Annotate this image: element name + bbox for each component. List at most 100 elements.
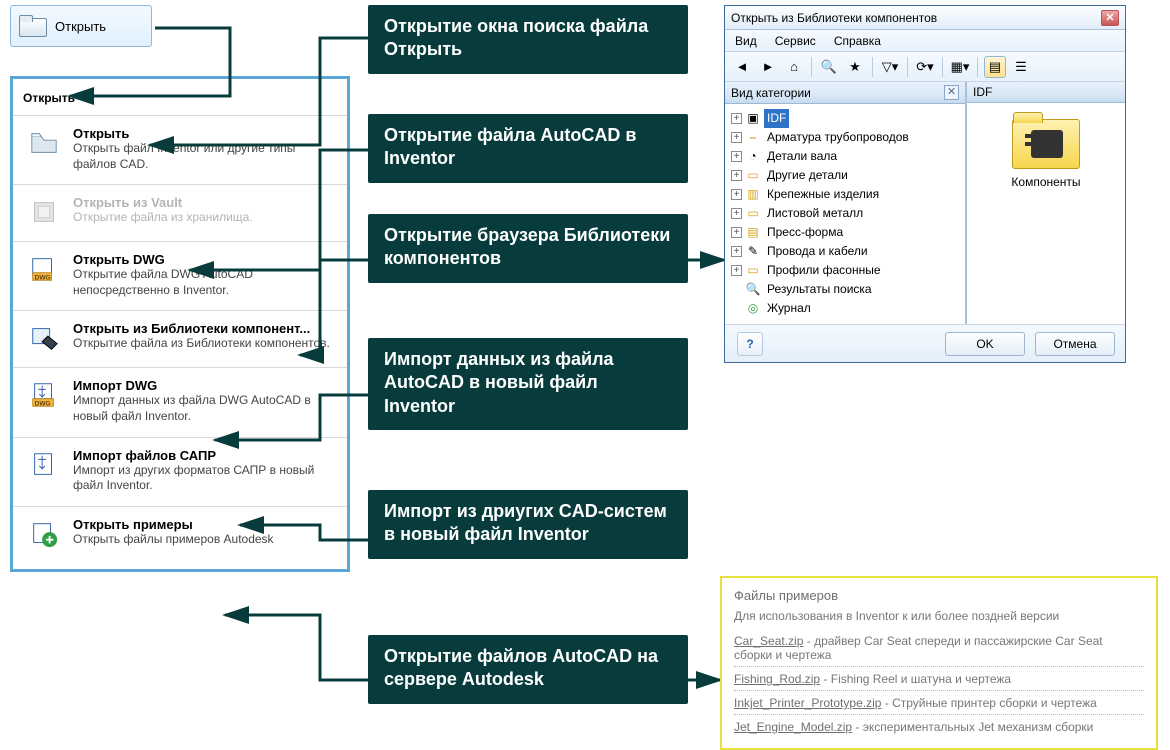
tree-label: Крепежные изделия xyxy=(764,185,882,204)
svg-text:DWG: DWG xyxy=(35,275,51,282)
vault-icon xyxy=(27,195,61,229)
tree-panel: Вид категории ✕ ▣ IDF ⎯ Арматура трубопр… xyxy=(725,82,967,324)
tree-row[interactable]: ◔ Детали вала xyxy=(729,147,961,166)
list-view-icon[interactable]: ☰ xyxy=(1010,56,1032,78)
callout-open-library: Открытие браузера Библиотеки компонентов xyxy=(368,214,688,283)
menu-item-open-samples[interactable]: Открыть примеры Открыть файлы примеров A… xyxy=(13,506,347,563)
tree-close-icon[interactable]: ✕ xyxy=(944,85,959,100)
ok-button[interactable]: OK xyxy=(945,332,1025,356)
forward-icon[interactable]: ► xyxy=(757,56,779,78)
tree-row[interactable]: ▭ Другие детали xyxy=(729,166,961,185)
tree-label: Результаты поиска xyxy=(764,280,875,299)
tree-label: Другие детали xyxy=(764,166,851,185)
menu-item-desc: Импорт данных из файла DWG AutoCAD в нов… xyxy=(73,393,335,424)
sample-link[interactable]: Inkjet_Printer_Prototype.zip xyxy=(734,696,881,710)
sample-link[interactable]: Jet_Engine_Model.zip xyxy=(734,720,852,734)
menu-item-open-dwg[interactable]: DWG Открыть DWG Открытие файла DWG AutoC… xyxy=(13,241,347,310)
library-icon xyxy=(27,321,61,355)
tree-row[interactable]: ▭ Листовой металл xyxy=(729,204,961,223)
components-folder-icon[interactable] xyxy=(1012,119,1080,169)
components-folder-label: Компоненты xyxy=(1011,175,1080,189)
tree-row[interactable]: ⎯ Арматура трубопроводов xyxy=(729,128,961,147)
shaft-icon: ◔ xyxy=(745,150,761,164)
sample-line: Car_Seat.zip - драйвер Car Seat спереди … xyxy=(734,629,1144,667)
sample-desc: экспериментальных Jet механизм сборки xyxy=(863,720,1094,734)
tree-row[interactable]: ✎ Провода и кабели xyxy=(729,242,961,261)
dwg-import-icon: DWG xyxy=(27,378,61,412)
sample-line: Fishing_Rod.zip - Fishing Reel и шатуна … xyxy=(734,667,1144,691)
tree-row[interactable]: 🔍 Результаты поиска xyxy=(729,280,961,299)
menu-item-title: Открыть DWG xyxy=(73,252,335,267)
library-menubar: Вид Сервис Справка xyxy=(725,30,1125,52)
folder-icon xyxy=(27,126,61,160)
callout-open-server: Открытие файлов AutoCAD на сервере Autod… xyxy=(368,635,688,704)
grid-view-icon[interactable]: ▦▾ xyxy=(949,56,971,78)
tree-label: Провода и кабели xyxy=(764,242,871,261)
menu-item-title: Открыть из Библиотеки компонент... xyxy=(73,321,330,336)
search-result-icon: 🔍 xyxy=(745,283,761,297)
category-tree: ▣ IDF ⎯ Арматура трубопроводов ◔ Детали … xyxy=(725,104,965,324)
library-body: Вид категории ✕ ▣ IDF ⎯ Арматура трубопр… xyxy=(725,82,1125,324)
svg-text:DWG: DWG xyxy=(35,401,51,408)
tree-label: IDF xyxy=(764,109,789,128)
sample-desc: Fishing Reel и шатуна и чертежа xyxy=(831,672,1011,686)
menu-item-open[interactable]: Открыть Открыть файл Inventor или другие… xyxy=(13,115,347,184)
menu-item-title: Импорт DWG xyxy=(73,378,335,393)
menu-item-title: Импорт файлов САПР xyxy=(73,448,335,463)
callout-open-autocad: Открытие файла AutoCAD в Inventor xyxy=(368,114,688,183)
cancel-button[interactable]: Отмена xyxy=(1035,332,1115,356)
tree-header-label: Вид категории xyxy=(731,86,811,100)
mold-icon: ▤ xyxy=(745,226,761,240)
help-button[interactable]: ? xyxy=(737,332,763,356)
samples-subtitle: Для использования в Inventor к или более… xyxy=(734,609,1144,623)
pipe-icon: ⎯ xyxy=(745,131,761,145)
open-ribbon-button[interactable]: Открыть xyxy=(10,5,152,47)
menu-item-desc: Открытие файла DWG AutoCAD непосредствен… xyxy=(73,267,335,298)
refresh-icon[interactable]: ⟳▾ xyxy=(914,56,936,78)
sheetmetal-icon: ▭ xyxy=(745,207,761,221)
sample-line: Inkjet_Printer_Prototype.zip - Струйные … xyxy=(734,691,1144,715)
favorite-icon[interactable]: ★ xyxy=(844,56,866,78)
fastener-icon: ▥ xyxy=(745,188,761,202)
tree-row[interactable]: ◎ Журнал xyxy=(729,299,961,318)
history-icon: ◎ xyxy=(745,302,761,316)
tree-label: Пресс-форма xyxy=(764,223,846,242)
menu-item-open-library[interactable]: Открыть из Библиотеки компонент... Откры… xyxy=(13,310,347,367)
back-icon[interactable]: ◄ xyxy=(731,56,753,78)
chip-icon: ▣ xyxy=(745,112,761,126)
sample-link[interactable]: Fishing_Rod.zip xyxy=(734,672,820,686)
tree-label: Арматура трубопроводов xyxy=(764,128,912,147)
menu-view[interactable]: Вид xyxy=(735,34,757,48)
tree-label: Журнал xyxy=(764,299,814,318)
tree-label: Листовой металл xyxy=(764,204,866,223)
detail-view-icon[interactable]: ▤ xyxy=(984,56,1006,78)
menu-item-desc: Открыть файл Inventor или другие типы фа… xyxy=(73,141,335,172)
menu-service[interactable]: Сервис xyxy=(775,34,816,48)
home-icon[interactable]: ⌂ xyxy=(783,56,805,78)
menu-item-import-cad[interactable]: Импорт файлов САПР Импорт из других форм… xyxy=(13,437,347,506)
close-icon[interactable]: ✕ xyxy=(1101,10,1119,26)
menu-item-title: Открыть из Vault xyxy=(73,195,253,210)
samples-title: Файлы примеров xyxy=(734,588,1144,603)
menu-item-desc: Импорт из других форматов САПР в новый ф… xyxy=(73,463,335,494)
samples-icon xyxy=(27,517,61,551)
tree-row[interactable]: ▤ Пресс-форма xyxy=(729,223,961,242)
menu-item-desc: Открытие файла из Библиотеки компонентов… xyxy=(73,336,330,352)
tree-row[interactable]: ▥ Крепежные изделия xyxy=(729,185,961,204)
tree-row[interactable]: ▣ IDF xyxy=(729,109,961,128)
menu-item-title: Открыть примеры xyxy=(73,517,274,532)
samples-box: Файлы примеров Для использования в Inven… xyxy=(720,576,1158,750)
library-titlebar: Открыть из Библиотеки компонентов ✕ xyxy=(725,6,1125,30)
content-header-label: IDF xyxy=(973,85,992,99)
open-menu-title: Открыть xyxy=(13,87,347,115)
tree-row[interactable]: ▭ Профили фасонные xyxy=(729,261,961,280)
cable-icon: ✎ xyxy=(745,245,761,259)
search-icon[interactable]: 🔍 xyxy=(818,56,840,78)
menu-item-desc: Открытие файла из хранилища. xyxy=(73,210,253,226)
sample-link[interactable]: Car_Seat.zip xyxy=(734,634,803,648)
menu-item-desc: Открыть файлы примеров Autodesk xyxy=(73,532,274,548)
filter-icon[interactable]: ▽▾ xyxy=(879,56,901,78)
menu-help[interactable]: Справка xyxy=(834,34,881,48)
library-toolbar: ◄ ► ⌂ 🔍 ★ ▽▾ ⟳▾ ▦▾ ▤ ☰ xyxy=(725,52,1125,82)
menu-item-import-dwg[interactable]: DWG Импорт DWG Импорт данных из файла DW… xyxy=(13,367,347,436)
